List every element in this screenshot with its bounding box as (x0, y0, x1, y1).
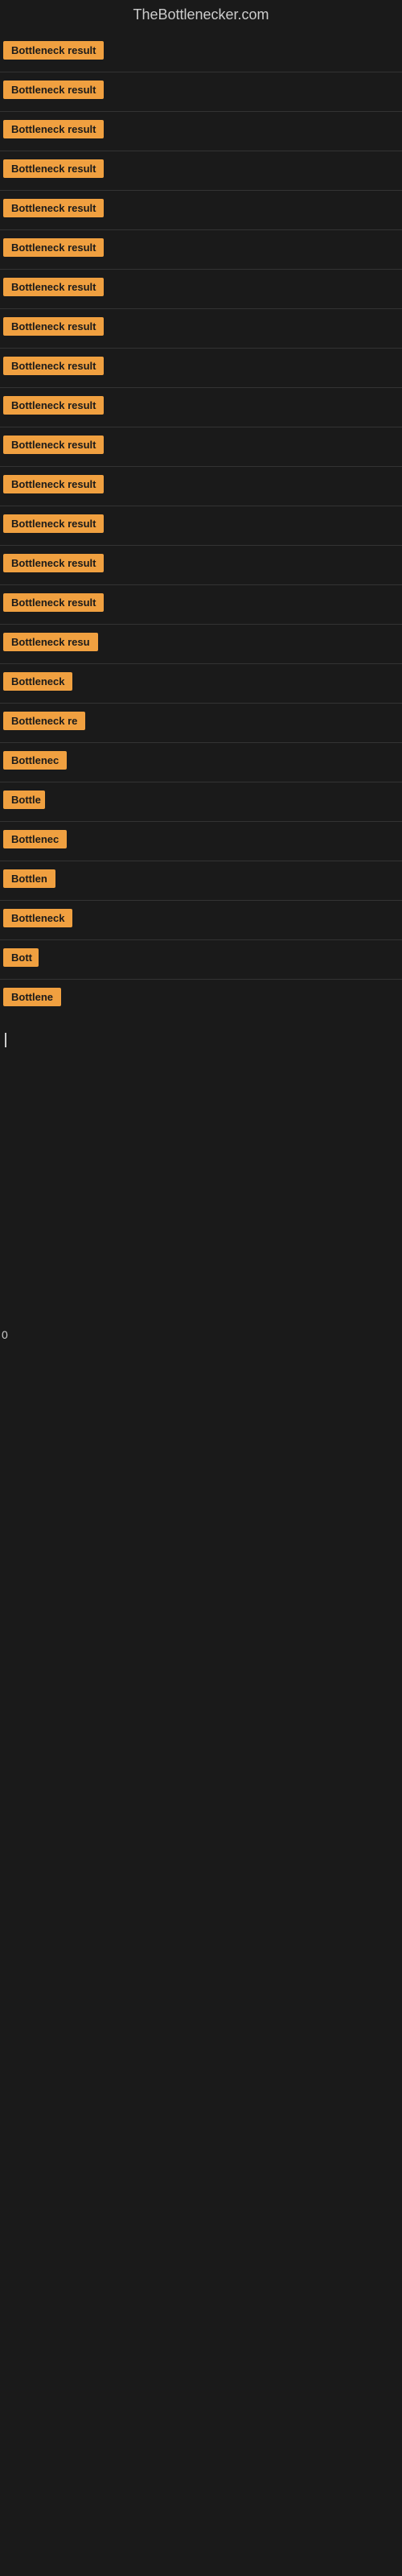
bottleneck-badge[interactable]: Bottleneck result (3, 199, 104, 217)
bottleneck-badge[interactable]: Bottleneck result (3, 120, 104, 138)
bottleneck-badge[interactable]: Bottleneck result (3, 514, 104, 533)
list-item: Bottleneck result (0, 72, 402, 111)
list-item: Bottleneck result (0, 467, 402, 506)
bottleneck-badge[interactable]: Bottleneck (3, 909, 72, 927)
list-item: Bottleneck result (0, 191, 402, 229)
bottleneck-badge[interactable]: Bottleneck result (3, 317, 104, 336)
list-item: Bott (0, 940, 402, 979)
list-item: Bottlen (0, 861, 402, 900)
list-item: Bottleneck result (0, 270, 402, 308)
bottleneck-badge[interactable]: Bottleneck result (3, 80, 104, 99)
bottom-character: 0 (2, 1328, 8, 1341)
bottleneck-badge[interactable]: Bottleneck result (3, 41, 104, 60)
bottleneck-badge[interactable]: Bottlene (3, 988, 61, 1006)
site-title: TheBottlenecker.com (0, 0, 402, 33)
list-item: Bottlene (0, 980, 402, 1018)
list-item: Bottlenec (0, 822, 402, 861)
list-item: Bottleneck result (0, 427, 402, 466)
list-item: Bottleneck result (0, 585, 402, 624)
list-item: Bottleneck result (0, 112, 402, 151)
list-item: Bottleneck re (0, 704, 402, 742)
bottleneck-badge[interactable]: Bottleneck result (3, 475, 104, 493)
list-item: Bottleneck result (0, 33, 402, 72)
bottleneck-badge[interactable]: Bottleneck (3, 672, 72, 691)
list-item: Bottleneck result (0, 546, 402, 584)
list-item: Bottleneck (0, 664, 402, 703)
bottleneck-badge[interactable]: Bottleneck result (3, 159, 104, 178)
bottleneck-badge[interactable]: Bottlen (3, 869, 55, 888)
list-item: Bottleneck result (0, 506, 402, 545)
bottleneck-badge[interactable]: Bottleneck result (3, 554, 104, 572)
bottleneck-badge[interactable]: Bottleneck result (3, 238, 104, 257)
list-item: Bottleneck result (0, 309, 402, 348)
list-item: Bottleneck resu (0, 625, 402, 663)
list-item: Bottleneck result (0, 349, 402, 387)
bottleneck-badge[interactable]: Bottlenec (3, 751, 67, 770)
bottleneck-badge[interactable]: Bottleneck result (3, 357, 104, 375)
text-cursor (5, 1033, 6, 1047)
bottleneck-badge[interactable]: Bottleneck result (3, 278, 104, 296)
list-item: Bottleneck result (0, 151, 402, 190)
cursor-area (0, 1018, 402, 1051)
bottleneck-badge[interactable]: Bottleneck result (3, 436, 104, 454)
bottleneck-badge[interactable]: Bottleneck result (3, 593, 104, 612)
list-item: Bottle (0, 782, 402, 821)
bottleneck-badge[interactable]: Bott (3, 948, 39, 967)
bottom-char-area: 0 (0, 1325, 402, 1343)
bottleneck-badge[interactable]: Bottleneck result (3, 396, 104, 415)
bottleneck-badge[interactable]: Bottleneck resu (3, 633, 98, 651)
list-item: Bottleneck result (0, 388, 402, 427)
list-item: Bottleneck (0, 901, 402, 939)
bottleneck-badge[interactable]: Bottleneck re (3, 712, 85, 730)
list-item: Bottleneck result (0, 230, 402, 269)
bottleneck-badge[interactable]: Bottle (3, 791, 45, 809)
list-item: Bottlenec (0, 743, 402, 782)
bottleneck-badge[interactable]: Bottlenec (3, 830, 67, 848)
